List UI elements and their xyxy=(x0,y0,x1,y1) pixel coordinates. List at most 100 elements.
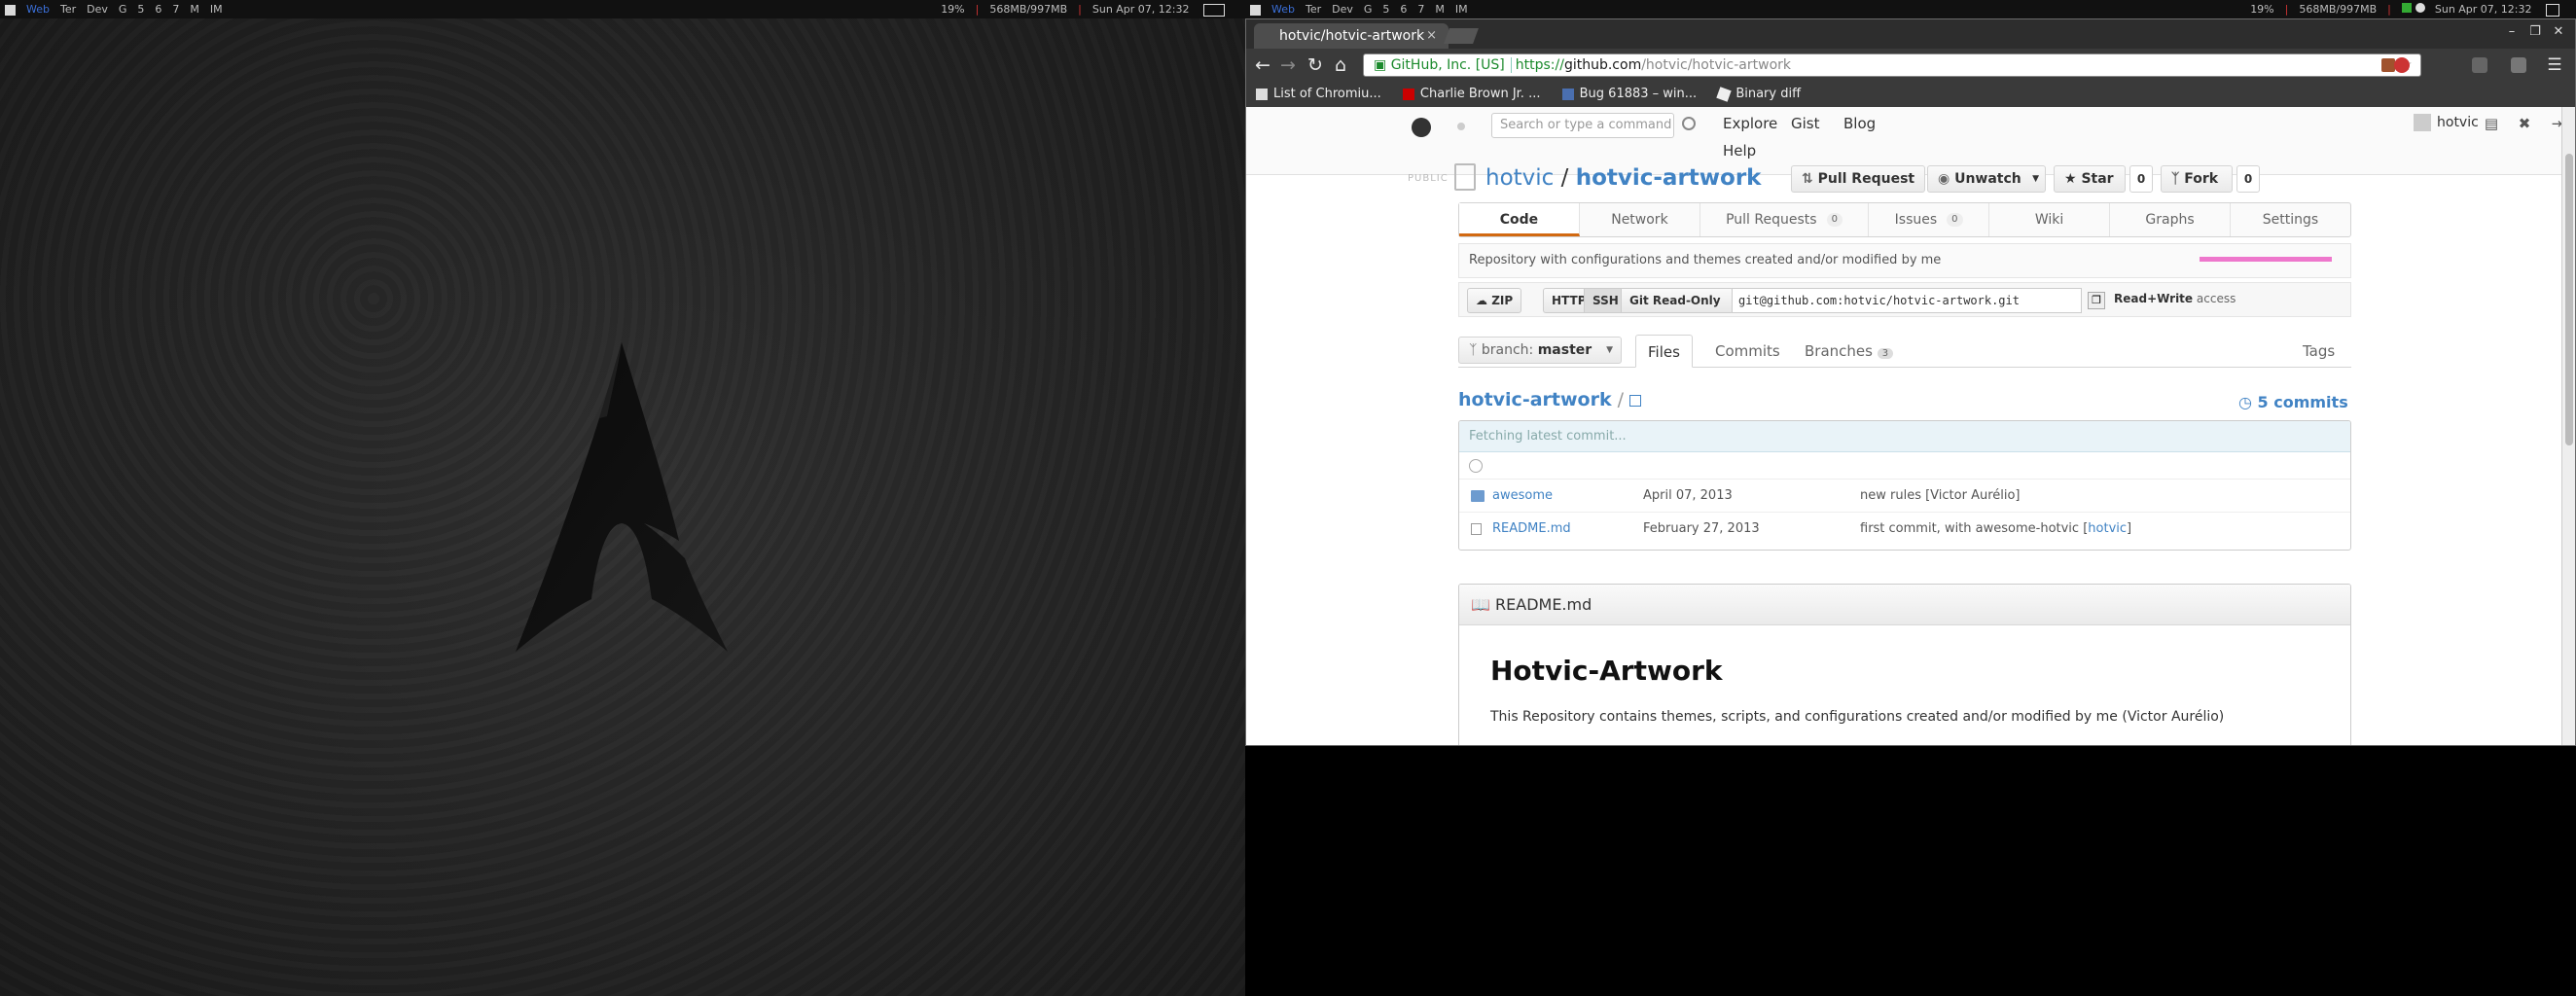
notification-dot-icon[interactable] xyxy=(1457,123,1465,130)
access-level: Read+Write access xyxy=(2114,292,2236,305)
file-date: April 07, 2013 xyxy=(1643,488,1733,503)
copy-clipboard-icon[interactable]: ❐ xyxy=(2088,292,2105,309)
git-readonly-button[interactable]: Git Read-Only xyxy=(1621,288,1734,313)
settings-tools-icon[interactable]: ✖ xyxy=(2515,115,2534,134)
tab-network[interactable]: Network xyxy=(1580,203,1700,236)
clone-url-input[interactable]: git@github.com:hotvic/hotvic-artwork.git xyxy=(1732,288,2082,313)
fork-button[interactable]: ᛉ Fork xyxy=(2161,165,2233,193)
layout-icon[interactable] xyxy=(1203,3,1225,17)
tab-graphs[interactable]: Graphs xyxy=(2110,203,2231,236)
minimize-icon[interactable]: – xyxy=(2501,23,2522,41)
repo-icon xyxy=(1454,163,1476,191)
commit-message[interactable]: new rules [Victor Aurélio] xyxy=(1860,480,2021,513)
bookmark-bug[interactable]: Bug 61883 – win... xyxy=(1561,87,1697,101)
nav-gist[interactable]: Gist xyxy=(1791,115,1820,132)
pull-request-button[interactable]: ⇅ Pull Request xyxy=(1791,165,1926,193)
extension-icon[interactable] xyxy=(2381,58,2395,72)
workspace-im[interactable]: IM xyxy=(1455,0,1468,18)
tab-label: Settings xyxy=(2262,212,2319,228)
subtab-tags[interactable]: Tags xyxy=(2291,335,2346,368)
workspace-ter[interactable]: Ter xyxy=(60,0,76,18)
left-desktop: Web Ter Dev G 5 6 7 M IM 19% | 568MB/997MB | Sun Apr… xyxy=(0,0,1245,996)
workspace-7[interactable]: 7 xyxy=(172,0,179,18)
breadcrumb-root[interactable]: hotvic-artwork xyxy=(1458,389,1612,410)
github-octocat-icon[interactable] xyxy=(1412,118,1431,137)
tab-issues[interactable]: Issues 0 xyxy=(1869,203,1990,236)
menu-icon[interactable]: ☰ xyxy=(2542,53,2567,77)
workspace-ter[interactable]: Ter xyxy=(1306,0,1321,18)
wm-logo-icon[interactable] xyxy=(1250,4,1261,16)
star-count[interactable]: 0 xyxy=(2129,165,2153,193)
workspace-6[interactable]: 6 xyxy=(1400,0,1407,18)
layout-icon[interactable] xyxy=(2546,3,2559,17)
workspace-m[interactable]: M xyxy=(190,0,199,18)
tab-pull-requests[interactable]: Pull Requests 0 xyxy=(1700,203,1870,236)
reload-icon[interactable]: ↻ xyxy=(1303,53,1328,77)
branch-selector[interactable]: ᛉ branch: master ▼ xyxy=(1458,337,1622,364)
tray-icon[interactable] xyxy=(2401,3,2412,13)
network-icon[interactable] xyxy=(2415,3,2425,13)
workspace-5[interactable]: 5 xyxy=(1382,0,1389,18)
adblock-icon[interactable] xyxy=(2394,57,2410,73)
search-input[interactable]: Search or type a command xyxy=(1491,113,1674,138)
zip-download-button[interactable]: ☁ ZIP xyxy=(1467,288,1522,313)
workspace-web[interactable]: Web xyxy=(1271,0,1295,18)
workspace-6[interactable]: 6 xyxy=(155,0,161,18)
new-tab-button[interactable] xyxy=(1444,28,1479,44)
extension-icon[interactable] xyxy=(2511,57,2526,73)
subtab-files[interactable]: Files xyxy=(1635,335,1693,368)
commit-message[interactable]: first commit, with awesome-hotvic [hotvi… xyxy=(1860,513,2131,546)
maximize-icon[interactable]: ❐ xyxy=(2524,23,2546,41)
workspace-5[interactable]: 5 xyxy=(137,0,144,18)
author-link[interactable]: hotvic xyxy=(2088,521,2127,536)
workspace-g[interactable]: G xyxy=(119,0,127,18)
scrollbar-thumb[interactable] xyxy=(2565,154,2573,445)
forward-icon[interactable]: → xyxy=(1275,53,1301,77)
subtab-branches[interactable]: Branches 3 xyxy=(1793,335,1905,368)
workspace-dev[interactable]: Dev xyxy=(87,0,108,18)
subtab-commits[interactable]: Commits xyxy=(1703,335,1792,368)
workspace-m[interactable]: M xyxy=(1435,0,1445,18)
nav-explore[interactable]: Explore xyxy=(1723,115,1777,132)
back-icon[interactable]: ← xyxy=(1250,53,1275,77)
tab-github-repo[interactable]: hotvic/hotvic-artwork × xyxy=(1254,23,1449,49)
star-button[interactable]: ★ Star xyxy=(2054,165,2126,193)
commits-link[interactable]: ◷ 5 commits xyxy=(2238,393,2348,411)
fork-count[interactable]: 0 xyxy=(2236,165,2260,193)
page-scrollbar[interactable] xyxy=(2561,107,2575,745)
workspace-g[interactable]: G xyxy=(1364,0,1373,18)
repo-name-link[interactable]: hotvic-artwork xyxy=(1576,165,1762,191)
home-icon[interactable]: ⌂ xyxy=(1328,53,1353,77)
workspace-im[interactable]: IM xyxy=(210,0,223,18)
workspace-web[interactable]: Web xyxy=(26,0,50,18)
user-menu[interactable]: hotvic xyxy=(2414,114,2479,131)
ev-certificate[interactable]: GitHub, Inc. [US] xyxy=(1390,57,1512,73)
nav-help[interactable]: Help xyxy=(1723,142,1756,160)
readme-heading: Hotvic-Artwork xyxy=(1490,655,1723,687)
help-circle-icon[interactable] xyxy=(1682,117,1696,130)
new-file-icon[interactable] xyxy=(1629,394,1642,407)
extension-icon[interactable] xyxy=(2472,57,2487,73)
tab-wiki[interactable]: Wiki xyxy=(1989,203,2111,236)
file-name-link[interactable]: README.md xyxy=(1492,513,1571,546)
bookmark-charlie-brown[interactable]: Charlie Brown Jr. ... xyxy=(1402,87,1540,101)
repo-owner-link[interactable]: hotvic xyxy=(1485,165,1554,191)
new-repo-icon[interactable]: ▤ xyxy=(2482,115,2501,134)
bookmark-binary-diff[interactable]: Binary diff xyxy=(1716,86,1801,102)
language-bar[interactable] xyxy=(2200,257,2332,262)
sign-out-icon[interactable]: ⇥ xyxy=(2548,115,2561,134)
file-name-link[interactable]: awesome xyxy=(1492,480,1553,513)
tab-code[interactable]: Code xyxy=(1459,203,1580,236)
tab-settings[interactable]: Settings xyxy=(2231,203,2350,236)
nav-blog[interactable]: Blog xyxy=(1843,115,1876,132)
close-window-icon[interactable]: ✕ xyxy=(2548,23,2569,41)
address-bar[interactable]: ▣ GitHub, Inc. [US] https://github.com/ho… xyxy=(1363,53,2421,77)
close-tab-icon[interactable]: × xyxy=(1426,23,1437,49)
workspace-7[interactable]: 7 xyxy=(1417,0,1424,18)
unwatch-button[interactable]: ◉ Unwatch ▼ xyxy=(1927,165,2046,193)
table-row: README.md February 27, 2013 first commit… xyxy=(1459,513,2350,546)
wm-logo-icon[interactable] xyxy=(5,4,16,16)
tab-strip: hotvic/hotvic-artwork × – ❐ ✕ xyxy=(1246,19,2575,49)
workspace-dev[interactable]: Dev xyxy=(1332,0,1353,18)
bookmark-chromium[interactable]: List of Chromiu... xyxy=(1256,87,1381,101)
